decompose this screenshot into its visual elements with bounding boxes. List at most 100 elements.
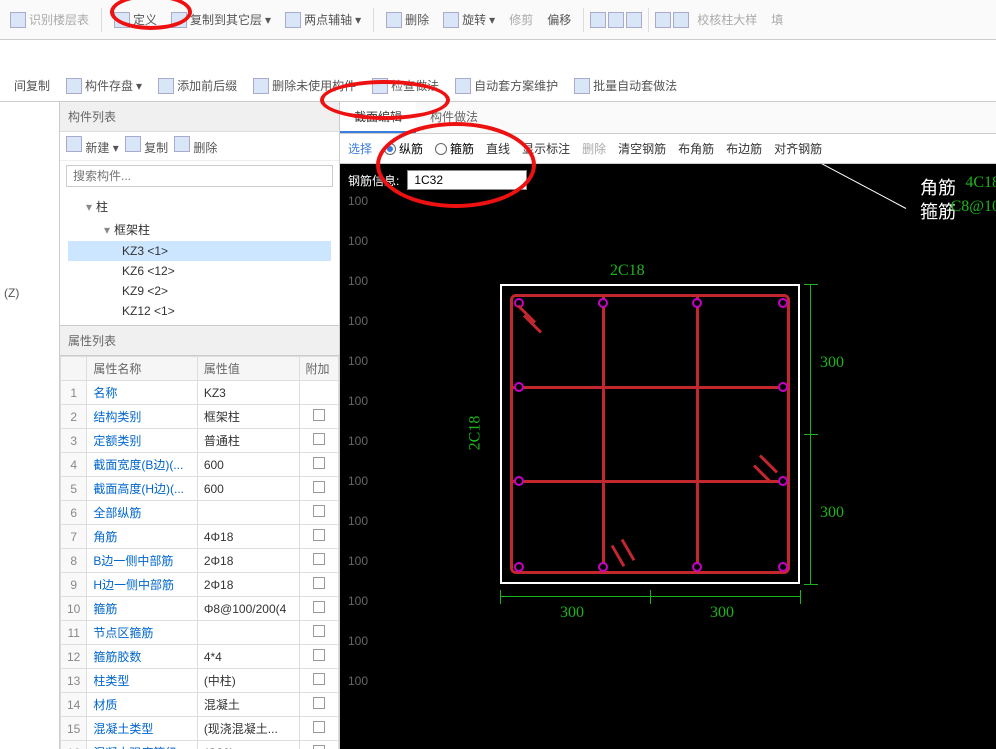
property-list-header: 属性列表 (60, 325, 339, 356)
delete-icon (174, 136, 190, 152)
prop-row[interactable]: 13柱类型(中柱) (61, 669, 339, 693)
rebar-mid[interactable] (778, 382, 788, 392)
delete-button[interactable]: 删除 (174, 136, 217, 156)
rebar-mid[interactable] (692, 298, 702, 308)
ribbon-trim[interactable]: 修剪 (503, 9, 539, 30)
rename-icon (158, 78, 174, 94)
tool-corner-rebar[interactable]: 布角筋 (678, 140, 714, 157)
top-ribbon: 识别楼层表 定义 复制到其它层▾ 两点辅轴▾ 删除 旋转▾ 修剪 偏移 校核柱大… (0, 0, 996, 40)
rebar-corner[interactable] (514, 562, 524, 572)
layer-icon (10, 12, 26, 28)
prop-row[interactable]: 4截面宽度(B边)(...600 (61, 453, 339, 477)
tool-show-label[interactable]: 显示标注 (522, 140, 570, 157)
rebar-corner[interactable] (778, 298, 788, 308)
col-value: 属性值 (197, 357, 299, 381)
ribbon-define[interactable]: 定义 (108, 9, 163, 30)
tree-sub[interactable]: ▾框架柱 (68, 218, 331, 241)
component-pane: 构件列表 新建 ▾ 复制 删除 ▾柱 ▾框架柱 KZ3 <1> KZ6 <12>… (60, 102, 340, 749)
ribbon-layer[interactable]: 识别楼层表 (4, 9, 95, 30)
rebar-mid[interactable] (514, 476, 524, 486)
stirrup-outer (510, 294, 790, 574)
ann-corner: 角筋 (920, 174, 956, 200)
tree-kz12[interactable]: KZ12 <1> (68, 301, 331, 321)
prop-row[interactable]: 11节点区箍筋 (61, 621, 339, 645)
tb-del-unused[interactable]: 删除未使用构件 (247, 75, 362, 96)
prop-row[interactable]: 15混凝土类型(现浇混凝土... (61, 717, 339, 741)
copy-button[interactable]: 复制 (125, 136, 168, 156)
ann-4c18: 4C18 (965, 174, 996, 192)
tree-kz3[interactable]: KZ3 <1> (68, 241, 331, 261)
rebar-mid[interactable] (514, 382, 524, 392)
tb-auto-scheme[interactable]: 自动套方案维护 (449, 75, 564, 96)
col-name: 属性名称 (87, 357, 197, 381)
prop-row[interactable]: 16混凝土强度等级(C30) (61, 741, 339, 749)
tool-align-rebar[interactable]: 对齐钢筋 (774, 140, 822, 157)
tool-select[interactable]: 选择 (348, 140, 372, 157)
tab-section-edit[interactable]: 截面编辑 (340, 102, 416, 133)
prop-row[interactable]: 14材质混凝土 (61, 693, 339, 717)
prop-row[interactable]: 12箍筋胶数4*4 (61, 645, 339, 669)
prop-row[interactable]: 2结构类别框架柱 (61, 405, 339, 429)
prop-row[interactable]: 5截面高度(H边)(...600 (61, 477, 339, 501)
tree-kz6[interactable]: KZ6 <12> (68, 261, 331, 281)
prop-row[interactable]: 7角筋4Φ18 (61, 525, 339, 549)
axis-icon (285, 12, 301, 28)
prop-row[interactable]: 8B边一侧中部筋2Φ18 (61, 549, 339, 573)
ribbon-delete[interactable]: 删除 (380, 9, 435, 30)
nav-pane: (Z) (0, 102, 60, 749)
nav-z-label[interactable]: (Z) (4, 286, 55, 300)
tool-icon-4[interactable] (673, 12, 689, 28)
ribbon-offset[interactable]: 偏移 (541, 9, 577, 30)
chevron-down-icon: ▾ (265, 13, 271, 27)
tree-root[interactable]: ▾柱 (68, 195, 331, 218)
rebar-info-input[interactable] (407, 170, 527, 190)
rebar-corner[interactable] (778, 562, 788, 572)
dim-r1: 300 (820, 354, 844, 372)
ribbon-check-col[interactable]: 校核柱大样 (691, 9, 763, 30)
col-extra: 附加 (299, 357, 338, 381)
prop-row[interactable]: 10箍筋Φ8@100/200(4 (61, 597, 339, 621)
component-list-header: 构件列表 (60, 102, 339, 132)
ribbon-copy-layer[interactable]: 复制到其它层▾ (165, 9, 277, 30)
radio-longitudinal[interactable]: 纵筋 (384, 140, 423, 157)
ribbon-fill[interactable]: 填 (765, 9, 789, 30)
new-button[interactable]: 新建 ▾ (66, 136, 119, 156)
tool-line[interactable]: 直线 (486, 140, 510, 157)
check-icon (372, 78, 388, 94)
component-toolbar: 新建 ▾ 复制 删除 (60, 132, 339, 161)
save-icon (66, 78, 82, 94)
rebar-mid[interactable] (778, 476, 788, 486)
radio-stirrup[interactable]: 箍筋 (435, 140, 474, 157)
tool-edge-rebar[interactable]: 布边筋 (726, 140, 762, 157)
prop-row[interactable]: 1名称KZ3 (61, 381, 339, 405)
tool-icon[interactable] (608, 12, 624, 28)
tree-kz9[interactable]: KZ9 <2> (68, 281, 331, 301)
new-icon (66, 136, 82, 152)
tb-check[interactable]: 检查做法 (366, 75, 445, 96)
rebar-mid[interactable] (692, 562, 702, 572)
tool-clear-rebar[interactable]: 清空钢筋 (618, 140, 666, 157)
rebar-mid[interactable] (598, 298, 608, 308)
prop-row[interactable]: 3定额类别普通柱 (61, 429, 339, 453)
tab-component-method[interactable]: 构件做法 (416, 102, 492, 133)
tool-delete[interactable]: 删除 (582, 140, 606, 157)
rebar-info-label: 钢筋信息: (348, 172, 399, 189)
prop-row[interactable]: 9H边一侧中部筋2Φ18 (61, 573, 339, 597)
section-canvas[interactable]: 钢筋信息: 100100100 100100100 100100100 1001… (340, 164, 996, 749)
tool-icon-3[interactable] (655, 12, 671, 28)
ann-c8: C8@10 (951, 198, 996, 216)
tb-prefix[interactable]: 添加前后缀 (152, 75, 243, 96)
tb-copy[interactable]: 间复制 (8, 75, 56, 96)
tool-icon-2[interactable] (626, 12, 642, 28)
ribbon-aux-axis[interactable]: 两点辅轴▾ (279, 9, 367, 30)
toggle-icon[interactable] (590, 12, 606, 28)
prop-row[interactable]: 6全部纵筋 (61, 501, 339, 525)
tb-batch-auto[interactable]: 批量自动套做法 (568, 75, 683, 96)
define-icon (114, 12, 130, 28)
leader-line (782, 164, 906, 209)
ribbon-rotate[interactable]: 旋转▾ (437, 9, 501, 30)
tb-save[interactable]: 构件存盘▾ (60, 75, 148, 96)
rotate-icon (443, 12, 459, 28)
search-input[interactable] (66, 165, 333, 187)
rebar-mid[interactable] (598, 562, 608, 572)
